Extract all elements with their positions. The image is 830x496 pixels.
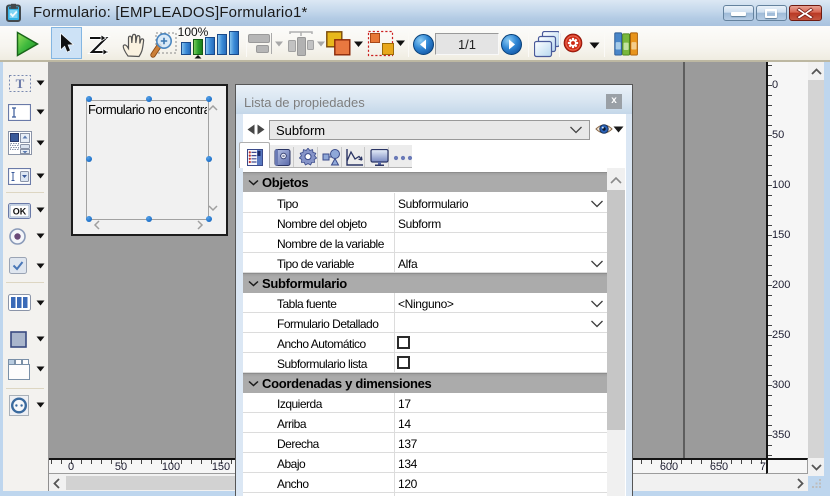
svg-text:OK: OK [13, 207, 27, 217]
svg-text:T: T [16, 76, 25, 91]
